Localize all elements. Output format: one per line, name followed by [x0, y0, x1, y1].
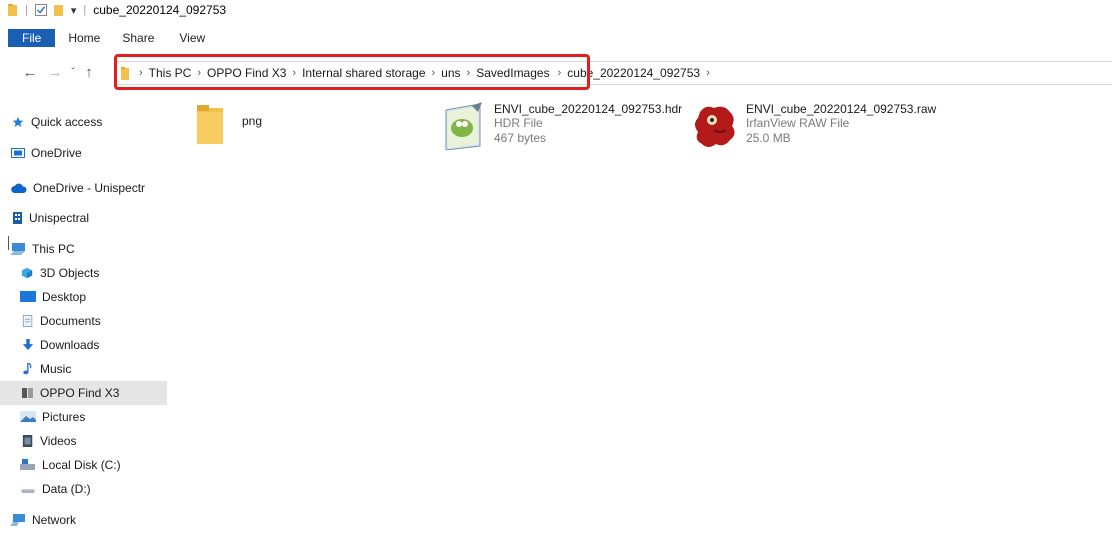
file-name: ENVI_cube_20220124_092753.hdr: [494, 102, 683, 116]
sidebar-item-label: Data (D:): [42, 482, 91, 496]
file-name: png: [242, 114, 263, 128]
separator: |: [25, 4, 28, 16]
sidebar-item-quick-access[interactable]: Quick access: [0, 110, 167, 134]
window-title: cube_20220124_092753: [93, 3, 227, 17]
sidebar-item-downloads[interactable]: Downloads: [0, 333, 167, 357]
sidebar-item-label: Documents: [40, 314, 101, 328]
videos-icon: [22, 435, 33, 447]
sidebar-item-label: Network: [32, 513, 77, 527]
sidebar-item-data-d[interactable]: Data (D:): [0, 477, 167, 501]
irfanview-icon: [695, 106, 735, 147]
tab-share[interactable]: Share: [111, 29, 165, 47]
pictures-icon: [20, 411, 36, 422]
sidebar-item-label: This PC: [32, 242, 75, 256]
sidebar-item-label: Pictures: [42, 410, 86, 424]
sidebar-item-oppo-find-x3[interactable]: OPPO Find X3: [0, 381, 167, 405]
sidebar-item-label: OneDrive: [31, 146, 82, 160]
list-item[interactable]: png: [196, 102, 396, 150]
back-arrow-icon[interactable]: ←: [21, 64, 39, 81]
sidebar-item-label: Music: [40, 362, 72, 376]
file-size: 25.0 MB: [746, 131, 791, 145]
file-name: ENVI_cube_20220124_092753.raw: [746, 102, 937, 116]
star-icon: [12, 116, 24, 127]
tab-view[interactable]: View: [165, 29, 216, 47]
folder-icon: [197, 105, 223, 144]
sidebar-item-label: Desktop: [42, 290, 87, 304]
network-icon: [10, 514, 25, 526]
folder-icon: [8, 4, 17, 16]
desktop-icon: [20, 291, 36, 302]
sidebar-item-label: Local Disk (C:): [42, 458, 121, 472]
sidebar-item-local-disk-c[interactable]: Local Disk (C:): [0, 453, 167, 477]
sidebar-item-music[interactable]: Music: [0, 357, 167, 381]
title-bar: | ▾ | cube_20220124_092753: [0, 0, 1112, 20]
file-size: 467 bytes: [494, 131, 547, 145]
new-folder-icon[interactable]: [53, 4, 64, 16]
list-item[interactable]: ENVI_cube_20220124_092753.hdr HDR File 4…: [442, 102, 682, 152]
sidebar-item-onedrive[interactable]: OneDrive: [0, 141, 167, 165]
cloud-icon: [11, 183, 27, 193]
highlight-annotation: [114, 54, 590, 90]
sidebar-item-label: Downloads: [40, 338, 100, 352]
chevron-right-icon[interactable]: ›: [703, 67, 713, 79]
sidebar-item-unispectral[interactable]: Unispectral: [0, 206, 167, 230]
file-list: png ENVI_cube_20220124_092753.hdr HDR Fi…: [176, 96, 1112, 554]
download-icon: [22, 339, 34, 351]
sidebar-item-label: OneDrive - Unispectr: [33, 181, 146, 195]
disk-icon: [20, 459, 35, 470]
tab-file[interactable]: File: [8, 29, 56, 47]
properties-icon[interactable]: [34, 4, 47, 16]
sidebar-item-label: OPPO Find X3: [40, 386, 120, 400]
computer-icon: [10, 243, 25, 255]
customize-quick-access-icon[interactable]: ▾: [71, 4, 77, 17]
forward-arrow-icon[interactable]: →: [46, 64, 64, 81]
building-icon: [13, 212, 22, 224]
cube-icon: [21, 267, 33, 279]
up-arrow-icon[interactable]: ↑: [80, 64, 98, 81]
ribbon-tabs: File Home Share View: [0, 29, 216, 47]
onedrive-icon: [11, 148, 25, 158]
notepad-icon: [445, 102, 482, 150]
sidebar-item-3d-objects[interactable]: 3D Objects: [0, 261, 167, 285]
sidebar-item-label: Unispectral: [29, 211, 90, 225]
recent-locations-icon[interactable]: ˇ: [66, 67, 80, 78]
sidebar-item-label: Quick access: [31, 115, 103, 129]
sidebar-item-pictures[interactable]: Pictures: [0, 405, 167, 429]
sidebar-item-label: 3D Objects: [40, 266, 100, 280]
sidebar-item-this-pc[interactable]: This PC: [0, 237, 167, 261]
sidebar-item-network[interactable]: Network: [0, 508, 167, 532]
list-item[interactable]: ENVI_cube_20220124_092753.raw IrfanView …: [690, 102, 950, 152]
navigation-pane: Quick access OneDrive OneDrive - Unispec…: [0, 104, 167, 554]
document-icon: [22, 315, 33, 327]
drive-icon: [21, 489, 35, 493]
tab-home[interactable]: Home: [55, 29, 111, 47]
divider: [8, 236, 9, 250]
sidebar-item-desktop[interactable]: Desktop: [0, 285, 167, 309]
separator: |: [83, 4, 87, 16]
file-type: IrfanView RAW File: [746, 116, 850, 130]
sidebar-item-label: Videos: [40, 434, 77, 448]
sidebar-item-documents[interactable]: Documents: [0, 309, 167, 333]
music-icon: [23, 363, 32, 375]
file-type: HDR File: [494, 116, 543, 130]
phone-icon: [22, 388, 33, 398]
sidebar-item-videos[interactable]: Videos: [0, 429, 167, 453]
sidebar-item-onedrive-unispectral[interactable]: OneDrive - Unispectr: [0, 176, 167, 200]
